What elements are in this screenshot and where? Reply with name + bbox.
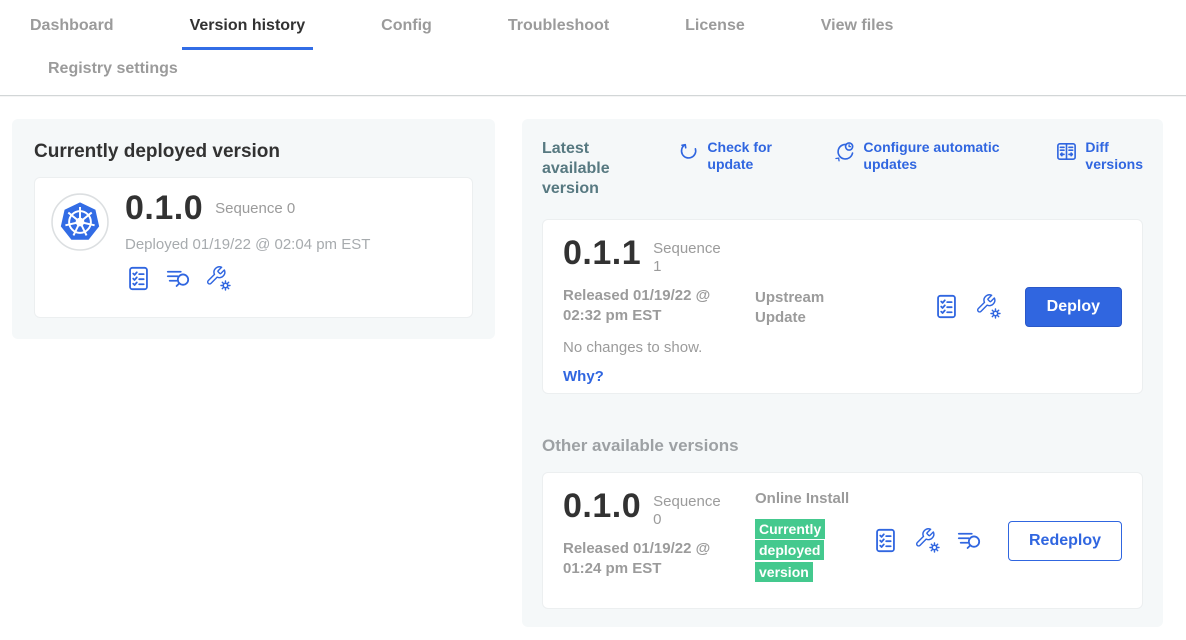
diff-versions-link[interactable]: Diff versions	[1055, 139, 1143, 173]
why-link[interactable]: Why?	[563, 368, 604, 385]
view-logs-icon[interactable]	[956, 527, 983, 554]
other-version-actions: Redeploy	[872, 521, 1122, 561]
latest-version-number: 0.1.1	[563, 236, 641, 272]
diff-versions-label: Diff versions	[1085, 139, 1143, 173]
deploy-button[interactable]: Deploy	[1025, 287, 1122, 327]
currently-deployed-panel: Currently deployed version 0.1.0 Sequenc…	[12, 119, 495, 339]
latest-version-actions: Deploy	[933, 287, 1122, 327]
diff-columns-icon	[1055, 140, 1078, 163]
edit-config-icon[interactable]	[914, 527, 941, 554]
nav-row-1: Dashboard Version history Config Trouble…	[0, 0, 1186, 50]
preflight-checklist-icon[interactable]	[125, 265, 152, 292]
view-logs-icon[interactable]	[165, 265, 192, 292]
auto-update-schedule-icon	[833, 140, 856, 163]
tab-view-files[interactable]: View files	[813, 0, 902, 50]
configure-automatic-updates-label: Configure automatic updates	[863, 139, 1021, 173]
available-versions-panel: Latest available version Check for updat…	[522, 119, 1163, 627]
currently-deployed-badge: Currently deployed version	[755, 519, 825, 583]
current-version-number: 0.1.0	[125, 191, 203, 227]
current-sequence-label: Sequence 0	[215, 200, 295, 217]
other-source-column: Online Install Currently deployed versio…	[755, 489, 865, 592]
other-version-info: 0.1.0 Sequence 0 Released 01/19/22 @ 01:…	[563, 489, 755, 592]
check-for-update-link[interactable]: Check for update	[677, 139, 799, 173]
preflight-checklist-icon[interactable]	[933, 293, 960, 320]
currently-deployed-card: 0.1.0 Sequence 0 Deployed 01/19/22 @ 02:…	[34, 177, 473, 318]
tab-config[interactable]: Config	[373, 0, 440, 50]
latest-released-timestamp: Released 01/19/22 @ 02:32 pm EST	[563, 286, 749, 325]
latest-version-card: 0.1.1 Sequence 1 Released 01/19/22 @ 02:…	[542, 219, 1143, 394]
other-version-number: 0.1.0	[563, 489, 641, 525]
tab-license[interactable]: License	[677, 0, 753, 50]
tab-troubleshoot[interactable]: Troubleshoot	[500, 0, 617, 50]
tab-version-history[interactable]: Version history	[182, 0, 314, 50]
redeploy-button[interactable]: Redeploy	[1008, 521, 1122, 561]
latest-available-title: Latest available version	[542, 139, 643, 199]
refresh-arrow-icon	[677, 140, 700, 163]
no-changes-text: No changes to show.	[563, 339, 755, 356]
other-source-label: Online Install	[755, 489, 865, 509]
other-released-timestamp: Released 01/19/22 @ 01:24 pm EST	[563, 539, 749, 578]
tab-registry-settings[interactable]: Registry settings	[40, 50, 186, 95]
kubernetes-logo-icon	[51, 193, 109, 251]
main-content: Currently deployed version 0.1.0 Sequenc…	[0, 96, 1186, 627]
other-version-card: 0.1.0 Sequence 0 Released 01/19/22 @ 01:…	[542, 472, 1143, 609]
check-for-update-label: Check for update	[707, 139, 799, 173]
other-sequence-label: Sequence 0	[653, 493, 727, 529]
app-nav: Dashboard Version history Config Trouble…	[0, 0, 1186, 96]
latest-sequence-label: Sequence 1	[653, 240, 727, 276]
preflight-checklist-icon[interactable]	[872, 527, 899, 554]
other-available-versions-title: Other available versions	[542, 436, 1143, 456]
tab-dashboard[interactable]: Dashboard	[22, 0, 122, 50]
latest-available-header: Latest available version Check for updat…	[542, 139, 1143, 199]
current-deployed-timestamp: Deployed 01/19/22 @ 02:04 pm EST	[125, 236, 370, 253]
currently-deployed-badge-wrap: Currently deployed version	[755, 519, 833, 584]
edit-config-icon[interactable]	[975, 293, 1002, 320]
configure-automatic-updates-link[interactable]: Configure automatic updates	[833, 139, 1021, 173]
latest-source-label: Upstream Update	[755, 288, 865, 377]
currently-deployed-title: Currently deployed version	[34, 141, 473, 163]
nav-row-2: Registry settings	[0, 50, 1186, 95]
latest-version-info: 0.1.1 Sequence 1 Released 01/19/22 @ 02:…	[563, 236, 755, 377]
edit-config-icon[interactable]	[205, 265, 232, 292]
currently-deployed-info: 0.1.0 Sequence 0 Deployed 01/19/22 @ 02:…	[125, 191, 370, 304]
